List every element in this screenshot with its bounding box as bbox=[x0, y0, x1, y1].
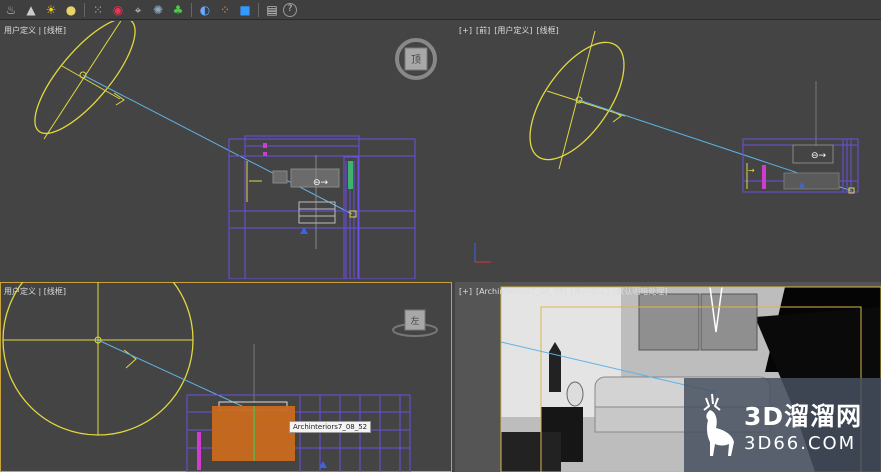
magenta-object bbox=[762, 165, 766, 189]
top-left-scene: ⊖→ bbox=[34, 21, 416, 279]
frame-object bbox=[272, 170, 288, 184]
sun-icon[interactable]: ☀ bbox=[42, 1, 60, 19]
viewport-mode-label[interactable]: [默认明暗处理] bbox=[613, 287, 667, 296]
helper-icon[interactable]: ⌖ bbox=[129, 1, 147, 19]
viewport-bottom-left[interactable]: 用户定义 | [线框] 左 Archinteriors7_08_52 bbox=[0, 282, 452, 472]
main-toolbar: ♨ ▲ ☀ ● ⁙ ◉ ⌖ ✺ ♣ ◐ ⁘ ■ ▤ ? bbox=[0, 0, 881, 20]
light-gizmo: ⊖→ bbox=[811, 151, 827, 161]
viewport-label[interactable]: 用户定义 | [线框] bbox=[4, 25, 66, 36]
viewport-view-label[interactable]: [Archinteriors7_08_08] bbox=[476, 287, 567, 296]
toolbar-separator bbox=[84, 2, 85, 17]
plant-icon[interactable]: ♣ bbox=[169, 1, 187, 19]
camera-icon[interactable]: ■ bbox=[236, 1, 254, 19]
picture-frame-left bbox=[638, 293, 700, 351]
viewport-mode-label[interactable]: [线框] bbox=[536, 26, 558, 35]
color-dots-icon[interactable]: ⁘ bbox=[216, 1, 234, 19]
viewport-label[interactable]: [+] [前] [用户定义] [线框] bbox=[459, 25, 563, 36]
teapot-icon[interactable]: ♨ bbox=[2, 1, 20, 19]
viewport-top-right[interactable]: ⊖→ → [+] [前] [用户定义] [线框] bbox=[455, 21, 881, 279]
viewport-top-left[interactable]: ⊖→ 用户定义 | [线框] 顶 bbox=[0, 21, 452, 279]
light-direction-line bbox=[82, 74, 353, 215]
watermark-line2: 3D66.COM bbox=[744, 432, 857, 454]
viewcube[interactable]: 左 bbox=[392, 304, 438, 338]
magenta-marker bbox=[263, 152, 267, 156]
sofa-object bbox=[783, 172, 840, 190]
viewport-custom-label[interactable]: [用户定义] bbox=[571, 287, 609, 296]
floor-object bbox=[501, 432, 561, 472]
watermark-text: 3D溜溜网 3D66.COM bbox=[744, 397, 862, 454]
dynamics-icon[interactable]: ◉ bbox=[109, 1, 127, 19]
sphere-icon[interactable]: ● bbox=[62, 1, 80, 19]
viewport-menu-plus[interactable]: [+] bbox=[459, 26, 472, 35]
viewport-custom-label[interactable]: [用户定义] bbox=[494, 26, 532, 35]
help-icon[interactable]: ? bbox=[283, 2, 297, 17]
green-object bbox=[348, 161, 353, 189]
toolbar-separator bbox=[191, 2, 192, 17]
chandelier-wireframe bbox=[298, 201, 336, 224]
watermark-line1: 3D溜溜网 bbox=[744, 401, 863, 431]
viewport-label[interactable]: 用户定义 | [线框] bbox=[4, 286, 66, 297]
toolbar-separator bbox=[258, 2, 259, 17]
magenta-object bbox=[197, 432, 201, 470]
cone-icon[interactable]: ▲ bbox=[22, 1, 40, 19]
magenta-marker bbox=[263, 143, 267, 148]
bottom-left-scene bbox=[2, 282, 411, 472]
spacewarp-icon[interactable]: ✺ bbox=[149, 1, 167, 19]
light-target-ellipse bbox=[34, 21, 136, 135]
panel-icon[interactable]: ▤ bbox=[263, 1, 281, 19]
viewport-menu-plus[interactable]: [+] bbox=[459, 287, 472, 296]
watermark: 3D溜溜网 3D66.COM bbox=[684, 378, 881, 472]
viewport-label[interactable]: [+] [Archinteriors7_08_08] [用户定义] [默认明暗处理] bbox=[459, 286, 671, 297]
target-marker bbox=[349, 210, 357, 218]
ellipse-axis-line bbox=[558, 30, 596, 170]
light-gizmo: ⊖→ bbox=[313, 178, 329, 188]
deer-logo-icon bbox=[703, 393, 734, 456]
vase bbox=[566, 381, 584, 407]
viewport-view-label[interactable]: [前] bbox=[476, 26, 490, 35]
light-gizmo-arrow: → bbox=[748, 166, 755, 175]
render-sphere-icon[interactable]: ◐ bbox=[196, 1, 214, 19]
viewcube-top-label: 顶 bbox=[411, 54, 421, 66]
room-wireframe bbox=[228, 135, 416, 279]
viewcube-left-label: 左 bbox=[410, 315, 419, 327]
picture-frame-right bbox=[700, 293, 758, 351]
viewcube[interactable]: 顶 bbox=[394, 37, 438, 81]
black-vase bbox=[549, 342, 561, 392]
top-right-scene: ⊖→ → bbox=[474, 30, 859, 263]
particles-icon[interactable]: ⁙ bbox=[89, 1, 107, 19]
selection-tooltip: Archinteriors7_08_52 bbox=[289, 421, 372, 433]
